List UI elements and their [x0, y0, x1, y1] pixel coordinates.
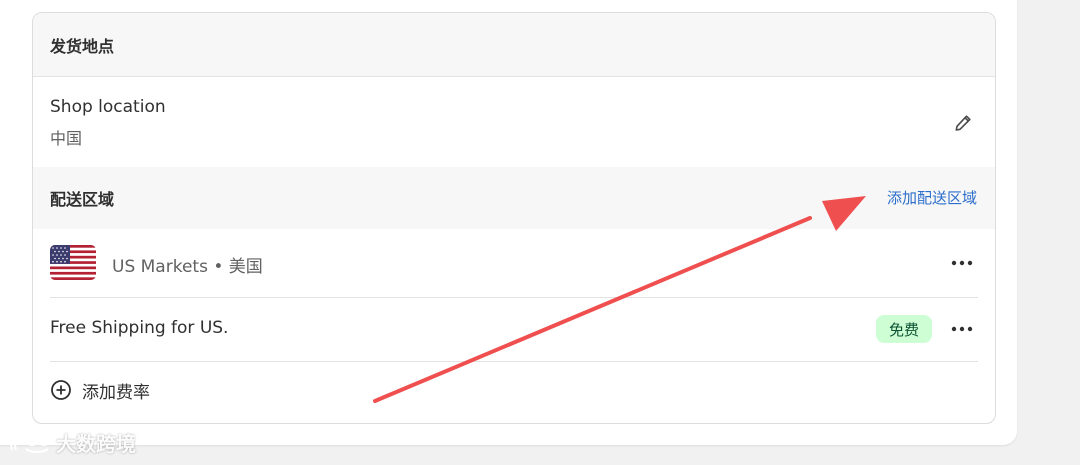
ellipsis-icon: [951, 326, 973, 332]
us-flag-icon: [50, 245, 96, 280]
market-region: 美国: [228, 257, 263, 277]
plus-circle-icon: [51, 380, 71, 400]
market-title: US Markets: [112, 257, 208, 277]
free-badge: 免费: [876, 315, 932, 343]
pencil-icon: [955, 115, 971, 131]
shop-location-row: Shop location 中国: [33, 77, 995, 167]
shipping-zones-title: 配送区域: [50, 190, 115, 209]
shipping-rate-row: Free Shipping for US. 免费: [50, 298, 978, 362]
market-separator: •: [213, 257, 224, 277]
add-rate-label: 添加费率: [82, 382, 150, 403]
market-name: US Markets • 美国: [112, 252, 263, 277]
ellipsis-icon: [951, 260, 973, 266]
shop-location-label: Shop location: [50, 97, 166, 117]
edit-location-button[interactable]: [950, 110, 976, 136]
watermark-logo: [10, 433, 50, 453]
shipping-rate-name: Free Shipping for US.: [50, 318, 229, 338]
market-more-button[interactable]: [949, 250, 975, 276]
add-shipping-zone-link[interactable]: 添加配送区域: [887, 187, 977, 208]
watermark: 大数跨境: [8, 428, 136, 457]
shipping-card: 发货地点 Shop location 中国 配送区域 添加配送区域 US Mar…: [32, 12, 996, 424]
shop-location-value: 中国: [50, 129, 83, 148]
shipping-origin-header: 发货地点: [33, 13, 995, 77]
add-rate-button[interactable]: 添加费率: [50, 362, 150, 418]
watermark-text: 大数跨境: [56, 432, 136, 456]
market-row: US Markets • 美国: [50, 229, 978, 298]
shipping-origin-title: 发货地点: [50, 37, 115, 56]
rate-more-button[interactable]: [949, 316, 975, 342]
shipping-panel: 发货地点 Shop location 中国 配送区域 添加配送区域 US Mar…: [0, 0, 1017, 445]
shipping-zones-header: 配送区域 添加配送区域: [33, 167, 995, 229]
